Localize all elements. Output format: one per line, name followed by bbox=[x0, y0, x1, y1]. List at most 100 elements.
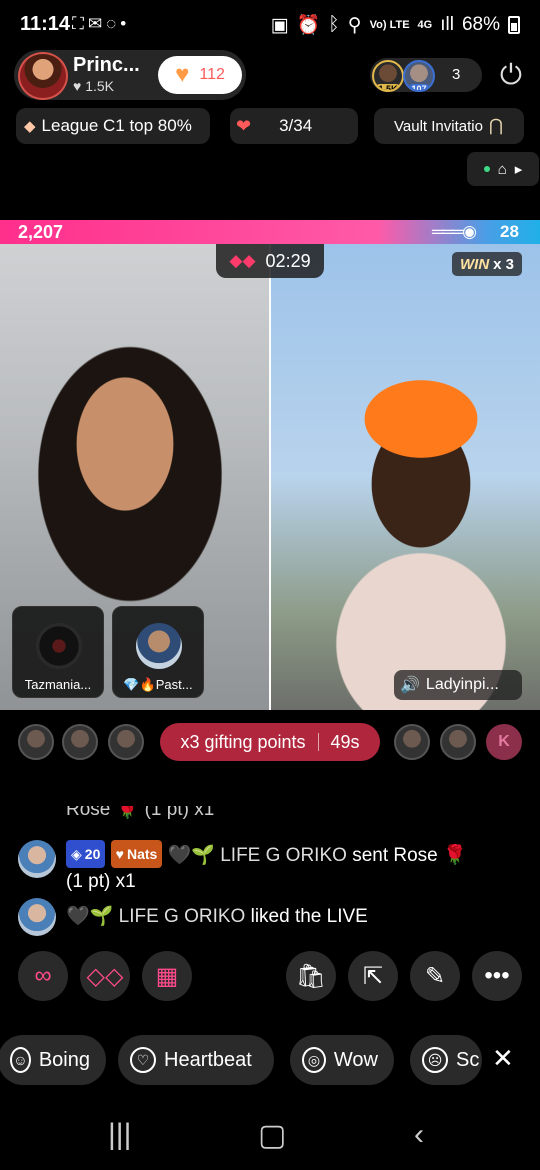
rose-icon: 🌹 bbox=[443, 845, 467, 866]
score-right: 28 bbox=[500, 222, 519, 241]
score-left: 2,207 bbox=[18, 222, 64, 242]
more-icon[interactable]: ••• bbox=[472, 951, 522, 1001]
battle-icon: ◆◆ bbox=[229, 251, 256, 270]
heart-icon: ♥ bbox=[175, 61, 190, 88]
win-streak-badge[interactable]: WIN x 3 bbox=[452, 252, 523, 276]
chat-action: sent Rose bbox=[352, 845, 438, 866]
recent-apps-icon[interactable]: ||| bbox=[108, 1118, 131, 1152]
reaction-label: Wow bbox=[333, 1048, 378, 1071]
opponent-name[interactable]: 🔊 Ladyinpi... bbox=[394, 670, 522, 700]
smile-icon: ☺ bbox=[10, 1047, 31, 1073]
diamond-icon: ◆ bbox=[24, 118, 36, 135]
win-multiplier: x 3 bbox=[493, 255, 515, 273]
mini-controls[interactable]: ⌂ ▸ bbox=[467, 152, 539, 186]
battery-percent: 68% bbox=[461, 14, 500, 35]
notification-icons: ⛶✉◌• bbox=[72, 14, 131, 33]
pill-separator bbox=[317, 733, 319, 751]
host-likes: ♥ 1.5K bbox=[73, 78, 115, 94]
effects-wand-icon[interactable]: ✎ bbox=[410, 951, 460, 1001]
close-live-icon[interactable]: ⏻ bbox=[492, 56, 530, 94]
status-right: ▣ ⏰ ᛒ ⚲ Vo) LTE 4G ıll 68% bbox=[271, 13, 520, 37]
rank-chip[interactable]: ❤ 3/34 bbox=[230, 108, 358, 144]
gifter-avatar[interactable] bbox=[62, 724, 98, 760]
chat-username[interactable]: LIFE G ORIKO bbox=[220, 845, 347, 866]
guest-card[interactable]: Tazmania... bbox=[12, 606, 104, 698]
status-time: 11:14 bbox=[20, 13, 71, 35]
link-icon[interactable]: ∞ bbox=[18, 951, 68, 1001]
timer-value: 02:29 bbox=[265, 250, 311, 271]
chat-message-partial: Rose 🌹 (1 pt) x1 bbox=[66, 806, 215, 820]
chat-message: 🖤🌱 LIFE G ORIKO liked the LIVE bbox=[66, 904, 368, 930]
reaction-label: Sc bbox=[456, 1048, 480, 1071]
reaction-label: Heartbeat bbox=[164, 1048, 252, 1071]
speaker-icon: 🔊 bbox=[400, 677, 420, 694]
chat-avatar[interactable] bbox=[18, 840, 56, 878]
gate-icon: ⋂ bbox=[488, 116, 503, 135]
vault-chip[interactable]: Vault Invitatio ⋂ bbox=[374, 108, 524, 144]
level-badge: ◈ 20 bbox=[66, 840, 106, 868]
reaction-label: Boing bbox=[38, 1048, 90, 1071]
viewer-count[interactable]: 3 bbox=[452, 66, 460, 83]
gifter-avatar[interactable] bbox=[18, 724, 54, 760]
opponent-video[interactable] bbox=[271, 244, 540, 710]
reaction-wow[interactable]: ◎ Wow bbox=[290, 1035, 394, 1085]
guest-avatar bbox=[136, 623, 182, 669]
opponent-name-label: Ladyinpi... bbox=[425, 676, 499, 693]
gifter-avatar[interactable] bbox=[440, 724, 476, 760]
reaction-scream[interactable]: ☹ Sc bbox=[410, 1035, 482, 1085]
chat-message: ◈ 20 ♥ Nats 🖤🌱 LIFE G ORIKO sent Rose 🌹 (1… bbox=[66, 840, 516, 895]
top-viewer-avatar[interactable]: 1.5K bbox=[372, 60, 404, 92]
apps-grid-icon[interactable]: ▦ bbox=[142, 951, 192, 1001]
gifter-avatar[interactable] bbox=[108, 724, 144, 760]
guest-avatar bbox=[36, 623, 82, 669]
wow-face-icon: ◎ bbox=[302, 1047, 326, 1073]
heart-leaf-icon: 🖤🌱 bbox=[66, 906, 114, 927]
video-divider bbox=[269, 244, 271, 710]
chat-avatar[interactable] bbox=[18, 898, 56, 936]
reaction-heartbeat[interactable]: ♡ Heartbeat bbox=[118, 1035, 274, 1085]
alarm-icon: ⏰ bbox=[296, 15, 321, 36]
win-label: WIN bbox=[460, 255, 490, 273]
home-button-icon[interactable]: ▢ bbox=[258, 1118, 286, 1153]
bluetooth-icon: ᛒ bbox=[328, 14, 340, 35]
volte-label: Vo) LTE bbox=[369, 19, 410, 31]
chat-username[interactable]: LIFE G ORIKO bbox=[119, 906, 246, 927]
guest-name: 💎🔥Past... bbox=[123, 677, 193, 692]
guest-name: Tazmania... bbox=[24, 677, 92, 692]
scream-icon: ☹ bbox=[422, 1047, 448, 1073]
shop-bag-icon[interactable]: 🛍 bbox=[286, 951, 336, 1001]
top-viewer-avatar[interactable]: 107 bbox=[403, 60, 435, 92]
gifting-label: x3 gifting points bbox=[180, 731, 306, 752]
battery-icon bbox=[508, 16, 520, 34]
chat-action: liked the LIVE bbox=[250, 906, 368, 927]
gifter-avatar[interactable]: K bbox=[486, 724, 522, 760]
chat-detail: (1 pt) x1 bbox=[66, 871, 136, 892]
battle-timer: ◆◆ 02:29 bbox=[216, 244, 324, 278]
host-name[interactable]: Princ... bbox=[73, 54, 140, 77]
comet-icon: ═══◉ bbox=[432, 222, 477, 241]
heart-leaf-icon: 🖤🌱 bbox=[167, 845, 215, 866]
league-chip[interactable]: ◆ League C1 top 80% bbox=[16, 108, 210, 144]
location-icon: ⚲ bbox=[347, 14, 362, 36]
guest-card[interactable]: 💎🔥Past... bbox=[112, 606, 204, 698]
gifting-points-pill[interactable]: x3 gifting points 49s bbox=[160, 723, 380, 761]
rank-label: 3/34 bbox=[279, 116, 313, 135]
reaction-boing[interactable]: ☺ Boing bbox=[0, 1035, 106, 1085]
host-avatar[interactable] bbox=[18, 52, 68, 100]
play-icon: ▸ bbox=[514, 161, 523, 178]
follow-count: 112 bbox=[199, 66, 225, 83]
live-dot bbox=[483, 166, 490, 172]
gifter-avatar[interactable] bbox=[394, 724, 430, 760]
battle-icon[interactable]: ◇◇ bbox=[80, 951, 130, 1001]
vault-label: Vault Invitatio bbox=[394, 117, 483, 135]
network-label: 4G bbox=[417, 19, 433, 31]
heartbeat-icon: ♡ bbox=[130, 1047, 156, 1073]
close-icon[interactable]: ✕ bbox=[492, 1043, 514, 1074]
league-label: League C1 top 80% bbox=[41, 116, 192, 135]
share-icon[interactable]: ⇱ bbox=[348, 951, 398, 1001]
gifting-timer: 49s bbox=[330, 731, 360, 752]
fan-badge: ♥ Nats bbox=[110, 840, 163, 868]
signal-icon: ıll bbox=[440, 14, 454, 35]
follow-button[interactable]: ♥ 112 bbox=[158, 56, 242, 94]
back-icon[interactable]: ‹ bbox=[414, 1118, 424, 1152]
